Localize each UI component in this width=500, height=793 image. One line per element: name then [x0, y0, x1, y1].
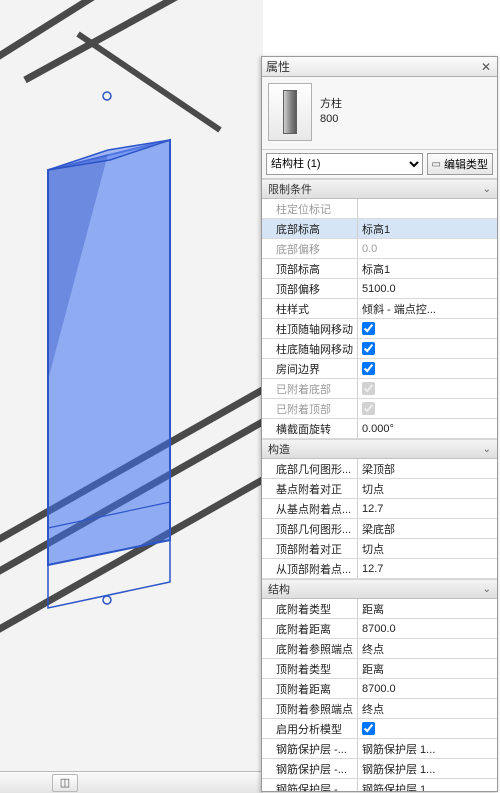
type-selector-row[interactable]: 方柱 800 [262, 77, 497, 150]
property-row[interactable]: 顶附着距离8700.0 [262, 679, 497, 699]
property-row[interactable]: 底部偏移0.0 [262, 239, 497, 259]
edit-type-icon: ▭ [432, 159, 441, 170]
chevron-down-icon: ⌄ [483, 444, 491, 455]
type-thumbnail [268, 83, 312, 141]
property-checkbox[interactable] [362, 342, 375, 355]
model-viewport[interactable] [0, 0, 263, 793]
property-list[interactable]: 限制条件⌄柱定位标记底部标高标高1底部偏移0.0顶部标高标高1顶部偏移5100.… [262, 179, 497, 791]
property-row[interactable]: 从基点附着点...12.7 [262, 499, 497, 519]
instance-selector[interactable]: 结构柱 (1) [266, 153, 423, 175]
property-row[interactable]: 已附着底部 [262, 379, 497, 399]
property-row[interactable]: 钢筋保护层 -...钢筋保护层 1... [262, 779, 497, 791]
property-checkbox[interactable] [362, 362, 375, 375]
property-row[interactable]: 基点附着对正切点 [262, 479, 497, 499]
close-icon[interactable]: ✕ [479, 60, 493, 74]
chevron-down-icon: ⌄ [483, 184, 491, 195]
property-row[interactable]: 底附着距离8700.0 [262, 619, 497, 639]
edit-type-button[interactable]: ▭ 编辑类型 [427, 153, 493, 175]
status-bar: ◫ [0, 771, 263, 793]
property-row[interactable]: 顶部偏移5100.0 [262, 279, 497, 299]
property-checkbox[interactable] [362, 322, 375, 335]
chevron-down-icon: ⌄ [483, 584, 491, 595]
property-row[interactable]: 钢筋保护层 -...钢筋保护层 1... [262, 759, 497, 779]
property-row[interactable]: 顶部几何图形...梁底部 [262, 519, 497, 539]
property-row[interactable]: 房间边界 [262, 359, 497, 379]
type-label: 方柱 800 [320, 97, 342, 128]
property-row[interactable]: 柱样式倾斜 - 端点控... [262, 299, 497, 319]
group-header[interactable]: 限制条件⌄ [262, 179, 497, 199]
property-row[interactable]: 柱顶随轴网移动 [262, 319, 497, 339]
property-checkbox [362, 382, 375, 395]
property-row[interactable]: 顶附着类型距离 [262, 659, 497, 679]
property-checkbox [362, 402, 375, 415]
property-row[interactable]: 柱定位标记 [262, 199, 497, 219]
group-header[interactable]: 构造⌄ [262, 439, 497, 459]
property-row[interactable]: 底部几何图形...梁顶部 [262, 459, 497, 479]
property-row[interactable]: 启用分析模型 [262, 719, 497, 739]
filter-icon[interactable]: ◫ [52, 774, 78, 792]
property-row[interactable]: 钢筋保护层 -...钢筋保护层 1... [262, 739, 497, 759]
property-row[interactable]: 底附着参照端点终点 [262, 639, 497, 659]
property-row[interactable]: 已附着顶部 [262, 399, 497, 419]
property-row[interactable]: 柱底随轴网移动 [262, 339, 497, 359]
panel-title: 属性 [266, 58, 479, 75]
property-row[interactable]: 底附着类型距离 [262, 599, 497, 619]
group-header[interactable]: 结构⌄ [262, 579, 497, 599]
panel-titlebar: 属性 ✕ [262, 57, 497, 77]
property-row[interactable]: 底部标高标高1 [262, 219, 497, 239]
property-row[interactable]: 横截面旋转0.000° [262, 419, 497, 439]
property-row[interactable]: 从顶部附着点...12.7 [262, 559, 497, 579]
property-row[interactable]: 顶部标高标高1 [262, 259, 497, 279]
property-row[interactable]: 顶部附着对正切点 [262, 539, 497, 559]
property-checkbox[interactable] [362, 722, 375, 735]
property-row[interactable]: 顶附着参照端点终点 [262, 699, 497, 719]
properties-panel: 属性 ✕ 方柱 800 结构柱 (1) ▭ 编辑类型 限制条件⌄柱定位标记底部标… [261, 56, 498, 792]
